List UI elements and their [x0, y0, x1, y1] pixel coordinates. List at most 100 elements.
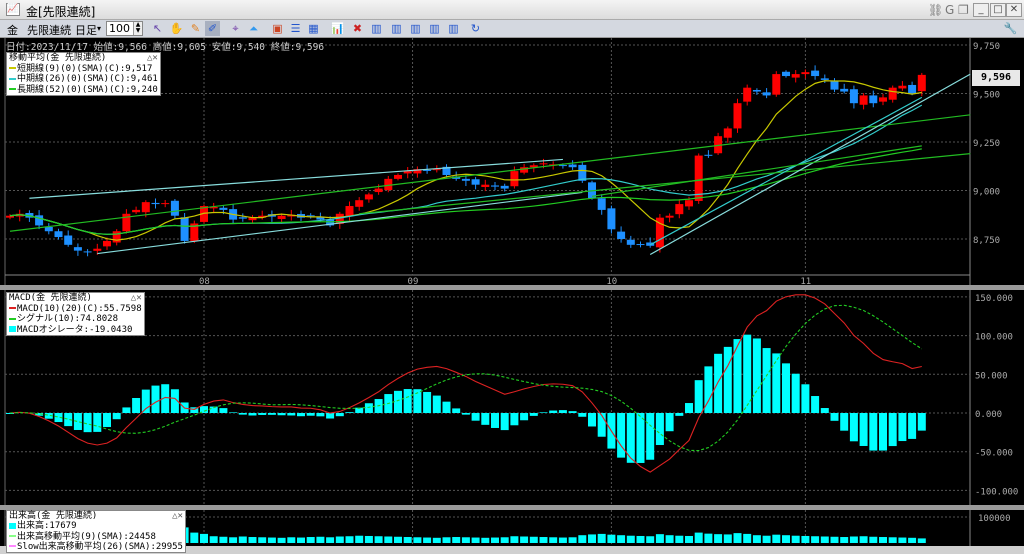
volume-bar — [820, 536, 829, 543]
volume-bar — [374, 536, 383, 543]
legend-close-icon[interactable]: △✕ — [172, 511, 183, 521]
candle-body — [558, 165, 567, 167]
volume-legend-title: 出来高(金 先限連続) — [9, 511, 98, 521]
macd-oscillator-bar — [103, 413, 111, 428]
volume-bar — [655, 534, 664, 543]
volume-bar — [287, 537, 296, 543]
ma-legend[interactable]: 移動平均(金 先限連続) △✕ 短期線(9)(0)(SMA)(C):9,517 中… — [6, 52, 161, 96]
volume-bar — [704, 533, 713, 543]
macd-oscillator-bar — [578, 413, 587, 417]
volume-bar — [529, 536, 538, 543]
volume-bar — [646, 536, 655, 543]
candle-body — [83, 251, 92, 253]
macd-oscillator-bar — [859, 413, 868, 446]
macd-oscillator-bar — [685, 403, 693, 413]
candle-body — [811, 70, 820, 77]
volume-bar — [782, 535, 790, 543]
volume-bar — [849, 536, 858, 543]
candle-body — [898, 85, 907, 89]
candle-body — [238, 217, 247, 219]
volume-tick-label: 100000 — [978, 514, 1011, 524]
candle-body — [636, 244, 645, 246]
candle-body — [151, 202, 160, 205]
macd-oscillator-bar — [597, 413, 606, 437]
macd-oscillator-bar — [568, 411, 577, 413]
volume-bar — [636, 535, 645, 543]
volume-bar — [675, 535, 684, 543]
macd-oscillator-bar — [529, 413, 538, 416]
candle-body — [888, 87, 897, 100]
macd-oscillator-bar — [840, 413, 849, 431]
candle-body — [607, 208, 616, 230]
volume-bar — [733, 533, 742, 543]
macd-oscillator-bar — [73, 413, 82, 430]
legend-item-mid: 中期線(26)(0)(SMA)(C):9,461 — [9, 74, 158, 85]
candle-body — [578, 164, 587, 181]
candle-body — [665, 215, 674, 218]
candle-body — [471, 179, 480, 185]
candle-body — [345, 206, 354, 217]
legend-close-icon[interactable]: △✕ — [131, 293, 142, 304]
volume-bar — [355, 535, 364, 543]
macd-oscillator-bar — [665, 413, 674, 432]
volume-bar — [520, 536, 529, 543]
volume-bar — [607, 534, 616, 543]
volume-bar — [665, 535, 674, 543]
macd-oscillator-bar — [549, 410, 558, 413]
candle-body — [723, 128, 732, 138]
legend-item-volume-slow-ma: Slow出来高移動平均(26)(SMA):29955 — [9, 542, 183, 552]
macd-oscillator-bar — [267, 413, 276, 415]
volume-bar — [840, 537, 849, 543]
macd-oscillator-bar — [636, 413, 645, 463]
price-tick-label: 9,500 — [973, 91, 1000, 101]
candle-body — [685, 200, 693, 207]
macd-oscillator-bar — [297, 413, 305, 417]
volume-bar — [297, 537, 305, 543]
candle-body — [869, 95, 878, 104]
volume-bar — [830, 536, 839, 543]
macd-oscillator-bar — [917, 413, 926, 431]
volume-bar — [879, 537, 887, 543]
candle-body — [820, 78, 829, 80]
macd-oscillator-bar — [655, 413, 664, 446]
macd-oscillator-bar — [791, 373, 800, 413]
legend-close-icon[interactable]: △✕ — [147, 53, 158, 64]
volume-bar — [316, 536, 325, 543]
volume-bar — [364, 535, 373, 543]
candle-body — [908, 84, 917, 94]
volume-bar — [335, 536, 344, 543]
ma-legend-title: 移動平均(金 先限連続) — [9, 53, 107, 63]
volume-bar — [384, 536, 393, 543]
macd-oscillator-bar — [132, 397, 141, 413]
macd-oscillator-bar — [811, 396, 820, 413]
legend-item-volume: 出来高:17679 — [9, 521, 183, 531]
macd-oscillator-bar — [888, 413, 897, 447]
macd-oscillator-bar — [510, 413, 519, 426]
macd-oscillator-bar — [801, 384, 810, 413]
candle-body — [510, 171, 519, 187]
candle-body — [64, 235, 73, 245]
volume-bar — [209, 536, 218, 543]
volume-bar — [578, 535, 587, 543]
date-tick-label: 08 — [199, 277, 210, 287]
macd-oscillator-bar — [782, 363, 790, 413]
volume-bar — [500, 537, 509, 543]
macd-tick-label: 100.000 — [975, 333, 1013, 343]
macd-oscillator-bar — [820, 408, 829, 413]
volume-bar — [723, 534, 732, 543]
macd-oscillator-bar — [849, 413, 858, 442]
volume-bar — [248, 537, 257, 543]
macd-oscillator-bar — [520, 413, 529, 421]
volume-legend[interactable]: 出来高(金 先限連続) △✕ 出来高:17679 出来高移動平均(9)(SMA):… — [6, 510, 186, 554]
macd-oscillator-bar — [432, 395, 441, 413]
volume-bar — [597, 533, 606, 543]
volume-bar — [617, 535, 626, 543]
macd-legend[interactable]: MACD(金 先限連続) △✕ MACD(10)(20)(C):55.7598 シ… — [6, 292, 145, 336]
volume-bar — [432, 537, 441, 543]
volume-bar — [908, 537, 917, 543]
candle-body — [500, 185, 509, 189]
volume-bar — [442, 537, 451, 543]
macd-oscillator-bar — [558, 410, 567, 413]
panel-splitter — [0, 285, 1024, 290]
candle-body — [801, 72, 810, 75]
